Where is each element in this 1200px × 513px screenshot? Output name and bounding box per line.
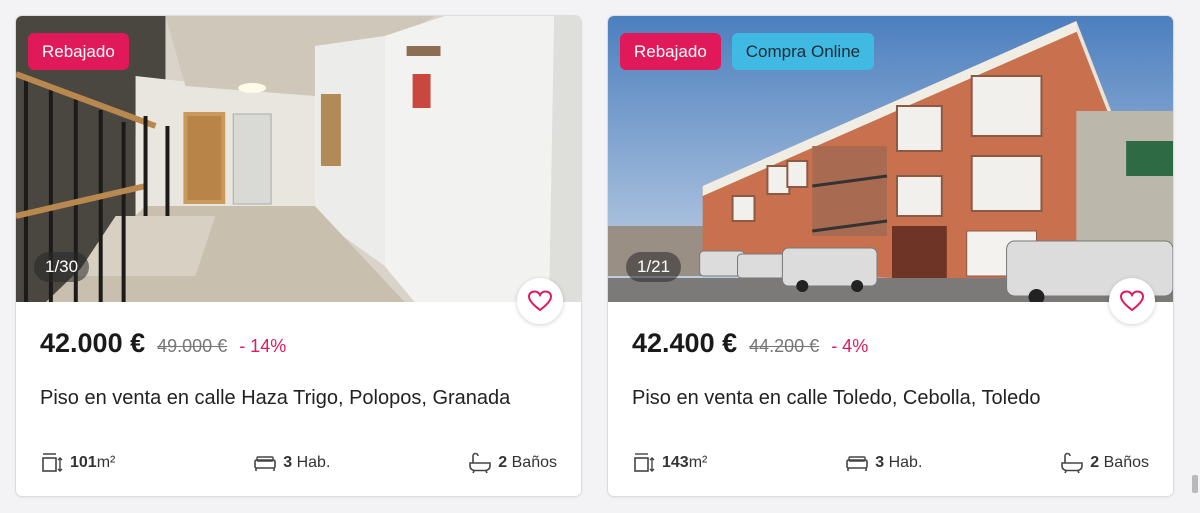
rooms-unit: Hab. <box>888 454 923 471</box>
baths-feature: 2 Baños <box>468 451 557 475</box>
favorite-button[interactable] <box>1109 278 1155 324</box>
listings-page: Rebajado 1/30 42.000 € 49.000 € - 14% Pi… <box>0 0 1200 513</box>
heart-icon <box>1120 290 1144 312</box>
baths-unit: Baños <box>1103 454 1149 471</box>
features-row: 101m² 3 Hab. 2 Baños <box>40 450 557 476</box>
baths-feature: 2 Baños <box>1060 451 1149 475</box>
old-price: 49.000 € <box>157 336 228 356</box>
badge-discounted: Rebajado <box>620 33 721 70</box>
heart-icon <box>528 290 552 312</box>
area-feature: 143m² <box>632 451 707 475</box>
area-feature: 101m² <box>40 451 115 475</box>
current-price: 42.400 € <box>632 328 738 358</box>
photo-counter: 1/21 <box>626 252 682 282</box>
area-unit: m² <box>96 454 116 471</box>
favorite-button[interactable] <box>517 278 563 324</box>
rooms-value: 3 <box>283 454 293 471</box>
badge-group: Rebajado Compra Online <box>620 33 875 70</box>
page-scrollbar[interactable] <box>1188 0 1200 513</box>
bathtub-icon <box>1061 452 1084 474</box>
baths-value: 2 <box>1090 454 1100 471</box>
listing-photo[interactable]: Rebajado 1/30 <box>16 16 581 302</box>
bathtub-icon <box>469 452 492 474</box>
current-price: 42.000 € <box>40 328 146 358</box>
listing-card[interactable]: Rebajado Compra Online 1/21 42.400 € 44.… <box>607 15 1174 497</box>
area-value: 101 <box>70 454 97 471</box>
baths-unit: Baños <box>511 454 557 471</box>
discount-percentage: - 4% <box>831 336 869 356</box>
rooms-unit: Hab. <box>296 454 331 471</box>
price-row: 42.400 € 44.200 € - 4% <box>632 328 868 359</box>
old-price: 44.200 € <box>749 336 820 356</box>
listing-body: 42.000 € 49.000 € - 14% Piso en venta en… <box>16 302 581 496</box>
bed-icon <box>254 456 277 471</box>
area-icon <box>42 453 63 472</box>
listing-title-link[interactable]: Piso en venta en calle Toledo, Cebolla, … <box>632 387 1040 410</box>
badge-online-purchase: Compra Online <box>731 33 875 70</box>
features-row: 143m² 3 Hab. 2 Baños <box>632 450 1149 476</box>
bed-icon <box>846 456 869 471</box>
listing-title-link[interactable]: Piso en venta en calle Haza Trigo, Polop… <box>40 387 510 410</box>
badge-discounted: Rebajado <box>28 33 129 70</box>
rooms-feature: 3 Hab. <box>253 451 330 475</box>
rooms-feature: 3 Hab. <box>845 451 922 475</box>
rooms-value: 3 <box>875 454 885 471</box>
area-icon <box>634 453 655 472</box>
listing-photo[interactable]: Rebajado Compra Online 1/21 <box>608 16 1173 302</box>
area-unit: m² <box>688 454 708 471</box>
badge-group: Rebajado <box>28 33 129 70</box>
discount-percentage: - 14% <box>239 336 287 356</box>
photo-counter: 1/30 <box>34 252 90 282</box>
baths-value: 2 <box>498 454 508 471</box>
price-row: 42.000 € 49.000 € - 14% <box>40 328 286 359</box>
scrollbar-thumb[interactable] <box>1192 475 1198 493</box>
listing-card[interactable]: Rebajado 1/30 42.000 € 49.000 € - 14% Pi… <box>15 15 582 497</box>
area-value: 143 <box>662 454 689 471</box>
listing-body: 42.400 € 44.200 € - 4% Piso en venta en … <box>608 302 1173 496</box>
